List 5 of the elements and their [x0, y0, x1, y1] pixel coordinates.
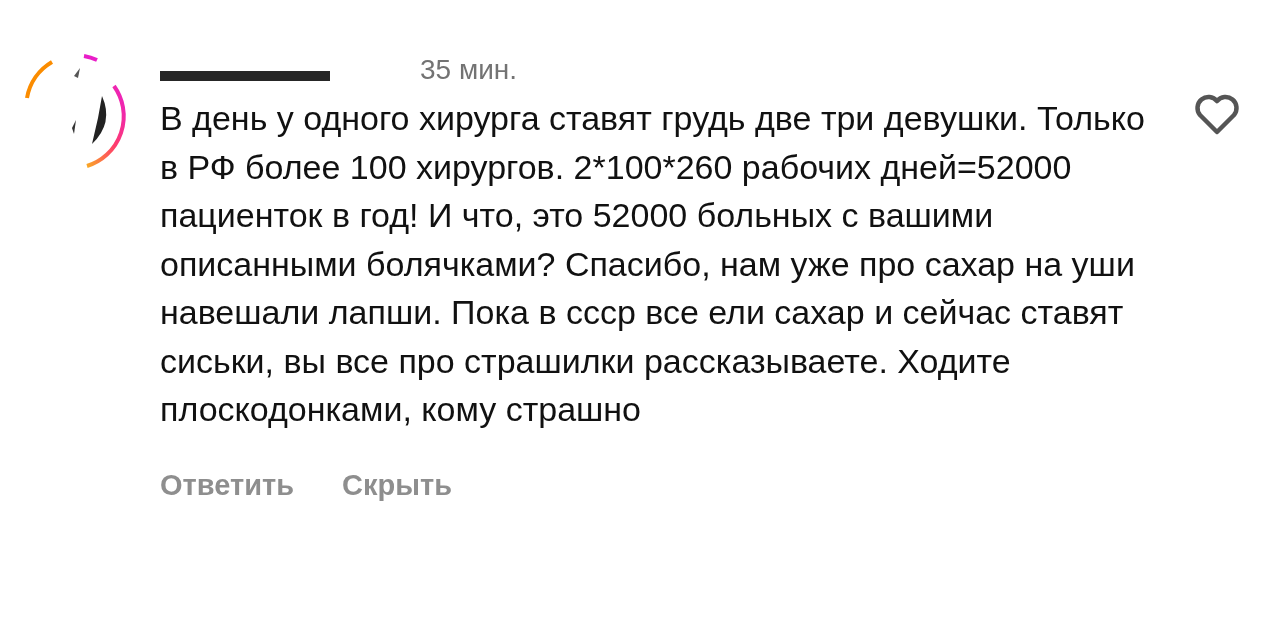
action-button[interactable]: Скрыть	[342, 463, 452, 507]
heart-icon[interactable]	[1194, 94, 1240, 136]
comment-time: 35 мин.	[420, 53, 518, 87]
action-button[interactable]: Ответить	[160, 463, 294, 507]
comment-text: В день у одного хирурга ставят грудь две три девушки. Только в РФ более 100 хирургов. 2*100*260 рабочих дней=52000 пациенток в год! И что, это 52000 больных с вашими описанными болячками? Спасибо, нам уже про сахар на уши навешали лапши. Пока в ссср все ели сахар и сейчас ставят сиськи, вы все про страшилки рассказываете. Ходите плоскодонками, кому страшно	[160, 98, 1146, 430]
